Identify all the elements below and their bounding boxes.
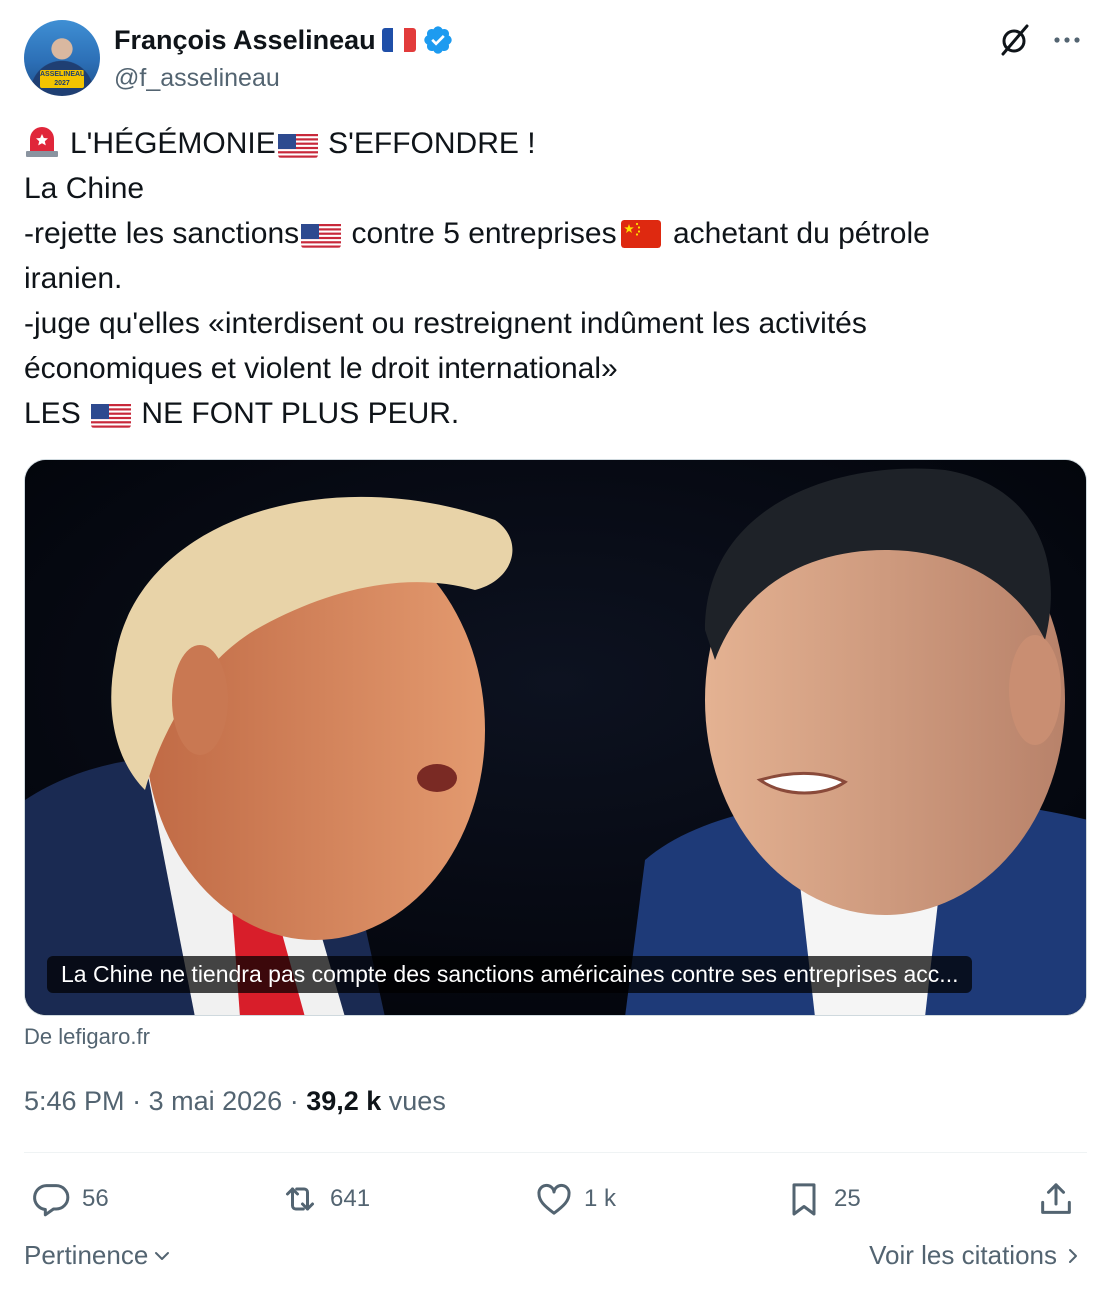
us-flag-emoji <box>91 400 132 428</box>
tweet-line-3a: -rejette les sanctions <box>24 217 300 250</box>
tweet-time[interactable]: 5:46 PM <box>24 1086 125 1116</box>
repost-button[interactable]: 641 <box>280 1170 370 1228</box>
tweet-line-7b: NE FONT PLUS PEUR. <box>141 397 460 430</box>
like-count: 1 k <box>584 1185 617 1212</box>
bookmark-icon <box>792 1183 816 1216</box>
share-icon <box>1041 1183 1071 1214</box>
tweet-header: ASSELINEAU 2027 François Asselineau @f_a… <box>24 20 1087 100</box>
reply-icon <box>33 1184 70 1217</box>
views-label: vues <box>388 1086 446 1116</box>
chevron-down-icon <box>155 1251 170 1260</box>
china-flag-emoji <box>620 220 661 248</box>
views-count: 39,2 k <box>306 1086 382 1116</box>
tweet-text: L'HÉGÉMONIE S'EFFONDRE ! La Chine -rejet… <box>24 121 1074 436</box>
france-flag-emoji <box>381 28 416 52</box>
link-card[interactable]: La Chine ne tiendra pas compte des sanct… <box>24 459 1087 1016</box>
action-bar: 56 641 1 k 25 <box>24 1170 1087 1228</box>
tweet-line-7a: LES <box>24 397 81 430</box>
quotes-label: Voir les citations <box>869 1240 1057 1270</box>
tweet-line-1b: S'EFFONDRE ! <box>328 127 536 160</box>
bookmark-count: 25 <box>834 1185 861 1212</box>
tweet-line-7: LES NE FONT PLUS PEUR. <box>24 391 1074 436</box>
card-source[interactable]: De lefigaro.fr <box>24 1024 150 1050</box>
tweet-line-3b: contre 5 entreprises <box>351 217 617 250</box>
grok-icon[interactable] <box>997 22 1033 58</box>
tweet-line-4: iranien. <box>24 262 123 295</box>
card-caption[interactable]: La Chine ne tiendra pas compte des sanct… <box>47 956 973 993</box>
sort-dropdown[interactable]: Pertinence <box>24 1240 172 1271</box>
meta-separator: · <box>289 1086 307 1116</box>
reply-button[interactable]: 56 <box>32 1170 109 1228</box>
tweet-line-1: L'HÉGÉMONIE S'EFFONDRE ! <box>24 121 1074 166</box>
tweet-line-3c: achetant du pétrole <box>672 217 930 250</box>
tweet-line-3: -rejette les sanctions contre 5 entrepri… <box>24 211 1074 256</box>
avatar[interactable]: ASSELINEAU 2027 <box>24 20 100 96</box>
divider <box>24 1152 1087 1153</box>
repost-count: 641 <box>330 1185 371 1212</box>
tweet-line-6: économiques et violent le droit internat… <box>24 352 618 385</box>
tweet-meta: 5:46 PM · 3 mai 2026 · 39,2 k vues <box>24 1086 446 1117</box>
us-flag-emoji <box>277 130 318 158</box>
card-image <box>25 460 1086 1015</box>
author-name-row: François Asselineau <box>114 24 454 56</box>
like-icon <box>537 1183 571 1215</box>
avatar-badge: ASSELINEAU 2027 <box>40 70 86 88</box>
meta-separator: · <box>132 1086 149 1116</box>
bookmark-button[interactable]: 25 <box>784 1170 861 1228</box>
repost-icon <box>286 1187 314 1211</box>
author-handle[interactable]: @f_asselineau <box>114 64 280 93</box>
reply-count: 56 <box>82 1185 109 1212</box>
author-display-name[interactable]: François Asselineau <box>114 25 376 56</box>
like-button[interactable]: 1 k <box>534 1170 616 1228</box>
sort-label: Pertinence <box>24 1240 149 1270</box>
share-button[interactable] <box>1036 1170 1076 1228</box>
us-flag-emoji <box>301 220 342 248</box>
chevron-right-icon <box>1069 1248 1077 1263</box>
more-icon[interactable] <box>1049 22 1085 58</box>
tweet-line-5: -juge qu'elles «interdisent ou restreign… <box>24 307 867 340</box>
tweet-date[interactable]: 3 mai 2026 <box>149 1086 283 1116</box>
view-quotes-link[interactable]: Voir les citations <box>869 1240 1081 1271</box>
tweet-line-1a: L'HÉGÉMONIE <box>70 127 276 160</box>
siren-emoji <box>26 127 58 157</box>
verified-icon <box>423 26 452 54</box>
tweet-line-2: La Chine <box>24 172 145 205</box>
